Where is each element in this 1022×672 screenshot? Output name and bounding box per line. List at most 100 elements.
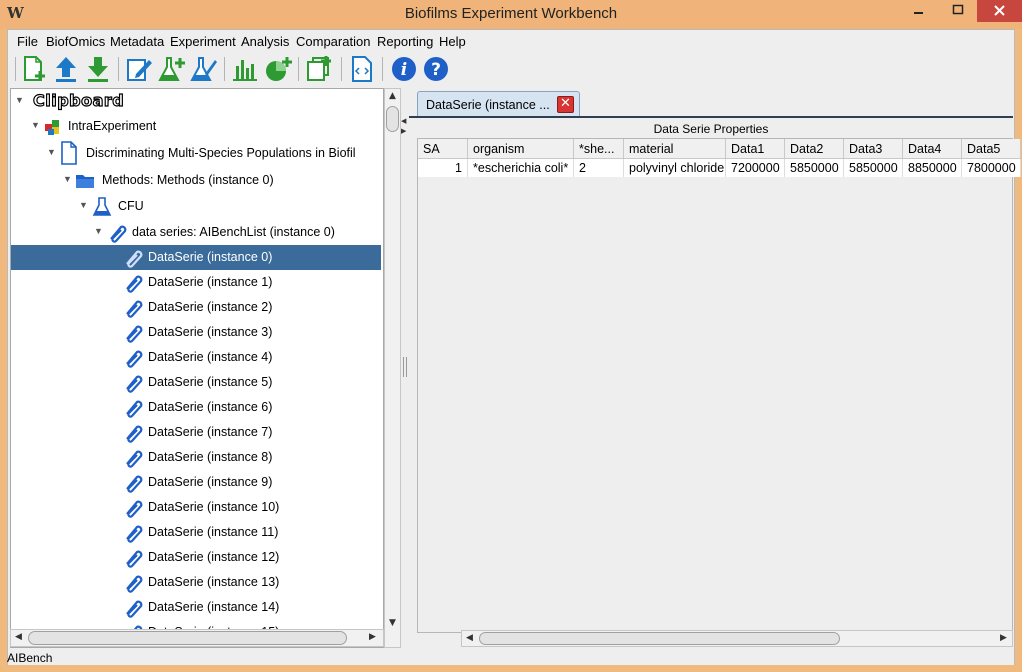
table-cell[interactable]: 2 — [574, 159, 624, 177]
add-page-button[interactable] — [304, 54, 334, 84]
menu-experiment[interactable]: Experiment — [170, 34, 236, 49]
tree-node-dataserie[interactable]: DataSerie (instance 4) — [11, 345, 381, 370]
table-horizontal-scrollbar[interactable]: ◀ ▶ — [461, 630, 1013, 647]
scroll-left-arrow-icon[interactable]: ◀ — [15, 632, 22, 642]
split-pane-divider[interactable]: ◀ ▶ — [401, 88, 409, 648]
tree-node-experiment-document[interactable]: ▼ Discriminating Multi-Species Populatio… — [11, 141, 381, 166]
add-experiment-button[interactable] — [156, 54, 186, 84]
menu-metadata[interactable]: Metadata — [110, 34, 164, 49]
close-icon — [994, 5, 1005, 16]
tree-node-cfu[interactable]: ▼ CFU — [11, 194, 381, 219]
info-button[interactable]: i — [389, 54, 419, 84]
table-cell[interactable]: 5850000 — [785, 159, 844, 177]
close-tab-button[interactable]: ✕ — [557, 96, 574, 113]
column-header[interactable]: Data1 — [726, 139, 785, 159]
menu-file[interactable]: File — [17, 34, 38, 49]
scroll-thumb[interactable] — [28, 631, 347, 645]
xml-document-button[interactable] — [347, 54, 377, 84]
toolbar-separator — [118, 57, 119, 81]
tree-node-dataserie[interactable]: DataSerie (instance 5) — [11, 370, 381, 395]
tree-node-dataserie[interactable]: DataSerie (instance 13) — [11, 570, 381, 595]
tree-node-dataserie[interactable]: DataSerie (instance 14) — [11, 595, 381, 620]
tree-root-clipboard[interactable]: ▼ Clipboard — [11, 89, 381, 114]
table-cell[interactable]: 5850000 — [844, 159, 903, 177]
expand-arrow-icon[interactable]: ▼ — [94, 226, 103, 236]
new-document-button[interactable] — [19, 54, 49, 84]
scroll-up-arrow-icon[interactable]: ▲ — [389, 91, 396, 101]
expand-arrow-icon[interactable]: ▼ — [47, 147, 56, 157]
expand-arrow-icon[interactable]: ▼ — [79, 200, 88, 210]
menu-help[interactable]: Help — [439, 34, 466, 49]
expand-arrow-icon[interactable]: ▼ — [31, 120, 40, 130]
scroll-left-arrow-icon[interactable]: ◀ — [466, 633, 473, 643]
tab-dataserie[interactable]: DataSerie (instance ... ✕ — [417, 91, 580, 117]
tree-node-data-series[interactable]: ▼ data series: AIBenchList (instance 0) — [11, 220, 381, 245]
add-pie-chart-icon — [266, 57, 292, 81]
menu-biofomics[interactable]: BiofOmics — [46, 34, 105, 49]
scroll-thumb[interactable] — [386, 106, 399, 132]
column-header[interactable]: Data5 — [962, 139, 1021, 159]
close-window-button[interactable] — [977, 0, 1022, 22]
scroll-right-arrow-icon[interactable]: ▶ — [1000, 633, 1007, 643]
tree-node-dataserie[interactable]: DataSerie (instance 9) — [11, 470, 381, 495]
clipboard-tree[interactable]: ▼ Clipboard ▼ IntraExperiment ▼ Discrimi… — [10, 88, 384, 648]
table-cell[interactable]: *escherichia coli* — [468, 159, 574, 177]
table-cell[interactable]: 1 — [418, 159, 468, 177]
expand-right-arrow-icon[interactable]: ▶ — [401, 127, 406, 135]
status-text: AIBench — [7, 651, 53, 665]
menu-comparation[interactable]: Comparation — [296, 34, 370, 49]
scroll-thumb[interactable] — [479, 632, 840, 645]
title-bar[interactable]: W Biofilms Experiment Workbench — [0, 0, 1022, 29]
properties-table[interactable]: SA organism *she... material Data1 Data2 Data3… — [417, 138, 1021, 633]
help-button[interactable]: ? — [421, 54, 451, 84]
tree-node-dataserie[interactable]: DataSerie (instance 3) — [11, 320, 381, 345]
clip-icon — [126, 550, 143, 568]
table-cell[interactable]: 7800000 — [962, 159, 1021, 177]
column-header[interactable]: Data3 — [844, 139, 903, 159]
scroll-right-arrow-icon[interactable]: ▶ — [369, 632, 376, 642]
column-header[interactable]: material — [624, 139, 726, 159]
toolbar-separator — [15, 57, 16, 81]
table-cell[interactable]: 8850000 — [903, 159, 962, 177]
experiment-button[interactable] — [188, 54, 218, 84]
expand-arrow-icon[interactable]: ▼ — [15, 95, 24, 105]
expand-arrow-icon[interactable]: ▼ — [63, 174, 72, 184]
tree-node-dataserie[interactable]: DataSerie (instance 11) — [11, 520, 381, 545]
clip-icon — [126, 575, 143, 593]
bar-chart-button[interactable] — [230, 54, 260, 84]
column-header[interactable]: SA — [418, 139, 468, 159]
tree-node-dataserie[interactable]: DataSerie (instance 8) — [11, 445, 381, 470]
collapse-left-arrow-icon[interactable]: ◀ — [401, 117, 406, 125]
maximize-button[interactable] — [945, 0, 971, 22]
tree-horizontal-scrollbar[interactable]: ◀ ▶ — [10, 629, 384, 647]
menu-analysis[interactable]: Analysis — [241, 34, 289, 49]
column-header[interactable]: Data4 — [903, 139, 962, 159]
tree-node-dataserie[interactable]: DataSerie (instance 2) — [11, 295, 381, 320]
tree-node-dataserie[interactable]: DataSerie (instance 1) — [11, 270, 381, 295]
tree-node-dataserie[interactable]: DataSerie (instance 7) — [11, 420, 381, 445]
tree-node-dataserie[interactable]: DataSerie (instance 6) — [11, 395, 381, 420]
edit-button[interactable] — [124, 54, 154, 84]
tree-vertical-scrollbar[interactable]: ▲ ▼ — [384, 88, 401, 648]
column-header[interactable]: organism — [468, 139, 574, 159]
minimize-button[interactable] — [905, 0, 931, 22]
table-cell[interactable]: polyvinyl chloride — [624, 159, 726, 177]
add-pie-chart-button[interactable] — [263, 54, 293, 84]
tree-node-methods[interactable]: ▼ Methods: Methods (instance 0) — [11, 168, 381, 193]
tree-node-dataserie[interactable]: DataSerie (instance 0) — [11, 245, 381, 270]
tree-node-dataserie[interactable]: DataSerie (instance 12) — [11, 545, 381, 570]
tree-node-label: DataSerie (instance 12) — [148, 550, 280, 564]
upload-button[interactable] — [51, 54, 81, 84]
column-header[interactable]: Data2 — [785, 139, 844, 159]
clip-icon — [126, 400, 143, 418]
scroll-down-arrow-icon[interactable]: ▼ — [389, 618, 396, 628]
table-cell[interactable]: 7200000 — [726, 159, 785, 177]
tree-node-dataserie[interactable]: DataSerie (instance 10) — [11, 495, 381, 520]
tree-node-intraexperiment[interactable]: ▼ IntraExperiment — [11, 114, 381, 139]
column-header[interactable]: *she... — [574, 139, 624, 159]
menu-reporting[interactable]: Reporting — [377, 34, 433, 49]
download-button[interactable] — [83, 54, 113, 84]
clip-icon — [126, 275, 143, 293]
toolbar-separator — [382, 57, 383, 81]
grip-icon[interactable] — [402, 356, 408, 378]
